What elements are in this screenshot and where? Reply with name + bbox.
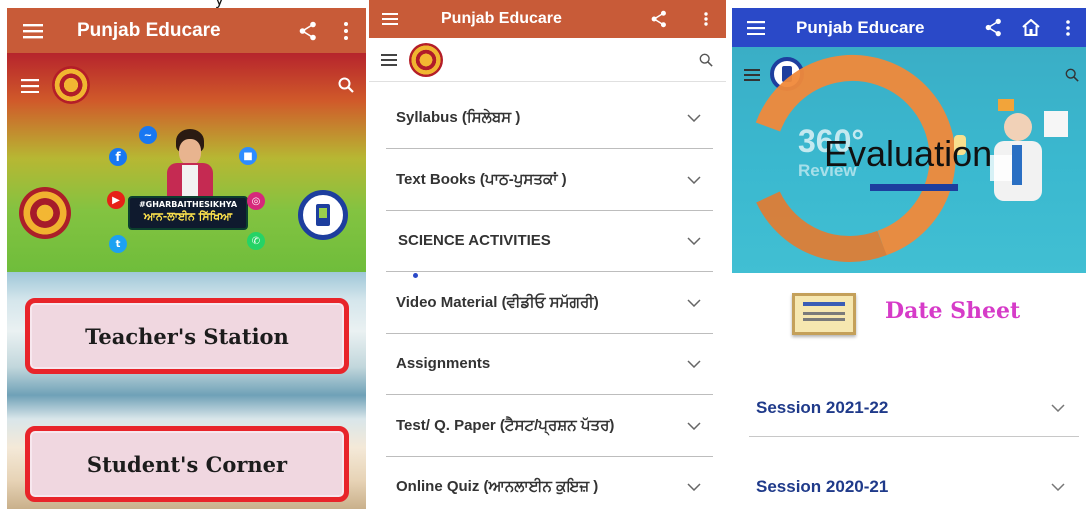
menu-screen: Punjab Educare Syllabus (ਸਿਲੇਬਸ ) Text B… xyxy=(369,0,726,509)
banner-title: Evaluation xyxy=(824,133,993,174)
accordion-text-books[interactable]: Text Books (ਪਾਠ-ਪੁਸਤਕਾਂ ) xyxy=(386,149,713,211)
chevron-down-icon xyxy=(687,359,701,368)
accordion-video-material[interactable]: Video Material (ਵੀਡੀਓ ਸਮੱਗਰੀ) xyxy=(386,272,713,334)
tagline-text: ਆਨ-ਲਾਈਨ ਸਿੱਖਿਆ xyxy=(143,210,233,223)
chevron-down-icon xyxy=(687,113,701,122)
accordion-label: SCIENCE ACTIVITIES xyxy=(398,232,551,249)
hashtag-text: #GHARBAITHESIKHYA xyxy=(138,200,238,209)
date-sheet-thumbnail[interactable] xyxy=(792,293,856,335)
chevron-down-icon xyxy=(1051,403,1065,412)
accordion-label: Text Books (ਪਾਠ-ਪੁਸਤਕਾਂ ) xyxy=(396,171,567,188)
menu-icon[interactable] xyxy=(732,8,780,47)
accordion-label: Syllabus (ਸਿਲੇਬਸ ) xyxy=(396,109,521,126)
chevron-down-icon xyxy=(687,236,701,245)
punjab-educare-logo xyxy=(298,190,348,240)
messenger-icon[interactable]: ~ xyxy=(139,126,157,144)
accordion-label: Online Quiz (ਆਨਲਾਈਨ ਕੁਇਜ਼ ) xyxy=(396,478,599,495)
accordion-label: Video Material (ਵੀਡੀਓ ਸਮੱਗਰੀ) xyxy=(396,294,599,311)
app-bar: Punjab Educare xyxy=(732,8,1086,47)
menu-icon[interactable] xyxy=(369,0,411,38)
scert-logo xyxy=(52,66,90,104)
accordion-assignments[interactable]: Assignments xyxy=(386,333,713,395)
twitter-icon[interactable]: t xyxy=(109,235,127,253)
menu-icon[interactable] xyxy=(17,73,43,99)
session-label: Session 2021-22 xyxy=(756,397,889,417)
accordion-science-activities[interactable]: SCIENCE ACTIVITIES xyxy=(386,210,713,272)
evaluation-banner: 360° Review Evaluation xyxy=(732,47,1086,273)
date-sheet-title[interactable]: Date Sheet xyxy=(885,298,1020,324)
teachers-station-button[interactable]: Teacher's Station xyxy=(25,298,349,374)
youtube-icon[interactable]: ▶ xyxy=(107,191,125,209)
app-title: Punjab Educare xyxy=(796,17,925,37)
chevron-down-icon xyxy=(1051,483,1065,491)
share-icon[interactable] xyxy=(978,8,1008,47)
app-bar: Punjab Educare xyxy=(7,8,366,53)
students-corner-button[interactable]: Student's Corner xyxy=(25,426,349,502)
accordion-label: Test/ Q. Paper (ਟੈਸਟ/ਪ੍ਰਸ਼ਨ ਪੱਤਰ) xyxy=(396,417,615,434)
accordion-label: Assignments xyxy=(396,355,491,372)
session-label: Session 2020-21 xyxy=(756,477,889,496)
search-icon[interactable] xyxy=(334,73,358,97)
chevron-down-icon xyxy=(687,482,701,491)
scert-logo xyxy=(409,42,443,77)
zoom-icon[interactable]: ■ xyxy=(239,147,257,165)
session-2020-21[interactable]: Session 2020-21 xyxy=(749,458,1079,509)
session-2021-22[interactable]: Session 2021-22 xyxy=(749,379,1079,437)
search-bar xyxy=(369,38,726,82)
app-title: Punjab Educare xyxy=(441,10,562,27)
instagram-icon[interactable]: ◎ xyxy=(247,192,265,210)
app-title: Punjab Educare xyxy=(77,19,221,41)
chevron-down-icon xyxy=(687,421,701,430)
app-bar: Punjab Educare xyxy=(369,0,726,38)
punjab-emblem-logo xyxy=(19,187,71,239)
menu-icon[interactable] xyxy=(7,8,59,53)
search-icon[interactable] xyxy=(694,48,718,72)
facebook-icon[interactable]: f xyxy=(109,148,127,166)
menu-icon[interactable] xyxy=(369,38,409,82)
accordion-online-quiz[interactable]: Online Quiz (ਆਨਲਾਈਨ ਕੁਇਜ਼ ) xyxy=(386,456,713,509)
evaluation-screen: Punjab Educare 360° Review Evaluation Da… xyxy=(732,0,1086,509)
share-icon[interactable] xyxy=(290,8,326,53)
more-vert-icon[interactable] xyxy=(1056,8,1080,47)
home-screen: Punjab Educare #GHARBAITHESIKHYA ਆਨ-ਲਾਈਨ… xyxy=(7,0,366,509)
share-icon[interactable] xyxy=(644,0,674,38)
accordion-syllabus[interactable]: Syllabus (ਸਿਲੇਬਸ ) xyxy=(386,87,713,149)
chevron-down-icon xyxy=(687,298,701,307)
whatsapp-icon[interactable]: ✆ xyxy=(247,232,265,250)
accordion-test-q-paper[interactable]: Test/ Q. Paper (ਟੈਸਟ/ਪ੍ਰਸ਼ਨ ਪੱਤਰ) xyxy=(386,395,713,457)
more-vert-icon[interactable] xyxy=(694,0,718,38)
home-icon[interactable] xyxy=(1016,8,1046,47)
buttons-area: Teacher's Station Student's Corner xyxy=(7,272,366,509)
more-vert-icon[interactable] xyxy=(332,8,360,53)
hero-banner: #GHARBAITHESIKHYA ਆਨ-ਲਾਈਨ ਸਿੱਖਿਆ ~ f ■ ▶… xyxy=(7,53,366,272)
chevron-down-icon xyxy=(687,175,701,184)
hashtag-banner: #GHARBAITHESIKHYA ਆਨ-ਲਾਈਨ ਸਿੱਖਿਆ xyxy=(128,196,248,230)
